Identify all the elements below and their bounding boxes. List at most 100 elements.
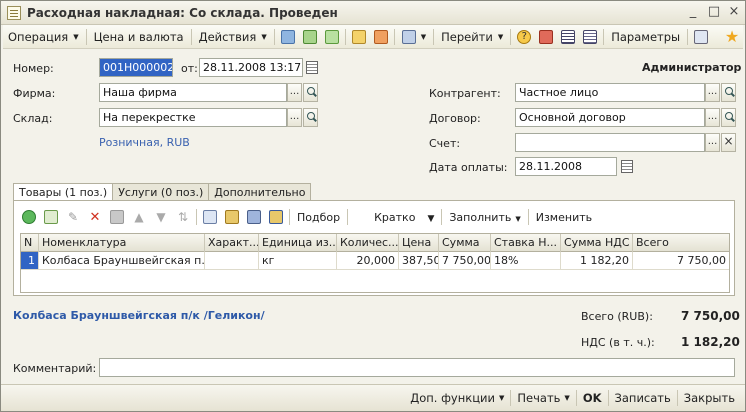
print-menu[interactable]: Печать ▼ [511, 388, 575, 408]
operation-menu[interactable]: Операция ▼ [3, 27, 84, 47]
copy-row-button[interactable] [40, 208, 62, 226]
dropdown-arrow-icon: ▼ [497, 32, 504, 41]
price-type-link[interactable]: Розничная, RUB [99, 136, 190, 149]
column-header-unit[interactable]: Единица из... [259, 234, 337, 252]
cell-characteristic[interactable] [205, 252, 259, 270]
cell-n[interactable]: 1 [21, 252, 39, 270]
refresh-button[interactable] [299, 27, 321, 47]
date-field[interactable]: 28.11.2008 13:17:05 [199, 58, 303, 77]
table-row[interactable]: 1 Колбаса Брауншвейгская п... кг 20,000 … [21, 252, 729, 271]
movements-button[interactable] [557, 27, 579, 47]
favorite-button[interactable]: ★ [721, 27, 743, 47]
print-preview-button[interactable] [690, 27, 712, 47]
contract-open-search-icon[interactable] [721, 108, 736, 127]
column-header-vat-sum[interactable]: Сумма НДС [561, 234, 633, 252]
column-header-quantity[interactable]: Количес... [337, 234, 399, 252]
contract-select-button[interactable]: ... [705, 108, 720, 127]
edit-document-button[interactable] [277, 27, 299, 47]
warehouse-field[interactable]: На перекрестке [99, 108, 287, 127]
sort-icon: ⇅ [177, 210, 189, 224]
close-button[interactable]: Закрыть [678, 388, 741, 408]
document-icon [7, 6, 21, 20]
ok-button[interactable]: OK [577, 388, 608, 408]
toolbar-separator [344, 28, 346, 45]
tab-services[interactable]: Услуги (0 поз.) [112, 183, 210, 201]
invoice-clear-button[interactable]: × [721, 133, 736, 152]
save-button[interactable]: Записать [609, 388, 677, 408]
goto-menu[interactable]: Перейти ▼ [436, 27, 508, 47]
add-row-button[interactable] [18, 208, 40, 226]
selected-item-link[interactable]: Колбаса Брауншвейгская п/к /Геликон/ [13, 309, 265, 322]
column-header-sum[interactable]: Сумма [439, 234, 491, 252]
invoice-field[interactable] [515, 133, 705, 152]
extra-functions-menu[interactable]: Доп. функции ▼ [404, 388, 510, 408]
contract-field[interactable]: Основной договор [515, 108, 705, 127]
counterparty-field[interactable]: Частное лицо [515, 83, 705, 102]
cell-item[interactable]: Колбаса Брауншвейгская п... [39, 252, 205, 270]
sort-button[interactable]: ⇅ [172, 208, 194, 226]
toolbar-separator [433, 28, 435, 45]
arrow-down-icon: ▼ [156, 210, 166, 224]
based-on-menu[interactable]: ▼ [397, 27, 431, 47]
firm-field[interactable]: Наша фирма [99, 83, 287, 102]
comment-field[interactable] [99, 358, 735, 377]
unpost-icon [373, 29, 388, 44]
cell-price[interactable]: 387,50 [399, 252, 439, 270]
invoice-select-button[interactable]: ... [705, 133, 720, 152]
copy-button[interactable] [199, 208, 221, 226]
minimize-button[interactable]: _ [685, 5, 701, 21]
brief-mode-button[interactable]: Кратко ▼ [350, 211, 439, 224]
unpost-document-button[interactable] [370, 27, 392, 47]
firm-select-button[interactable]: ... [287, 83, 302, 102]
cell-vat-sum[interactable]: 1 182,20 [561, 252, 633, 270]
tab-additional[interactable]: Дополнительно [208, 183, 312, 201]
cell-sum[interactable]: 7 750,00 [439, 252, 491, 270]
arrow-up-icon: ▲ [134, 210, 144, 224]
copy-document-button[interactable] [321, 27, 343, 47]
cell-quantity[interactable]: 20,000 [337, 252, 399, 270]
pay-date-calendar-icon[interactable] [619, 157, 635, 176]
cell-total[interactable]: 7 750,00 [633, 252, 729, 270]
column-header-item[interactable]: Номенклатура [39, 234, 205, 252]
price-currency-button[interactable]: Цена и валюта [89, 27, 189, 47]
fill-menu[interactable]: Заполнить ▼ [444, 211, 525, 224]
post-document-button[interactable] [348, 27, 370, 47]
warehouse-open-search-icon[interactable] [303, 108, 318, 127]
column-header-n[interactable]: N [21, 234, 39, 252]
close-window-button[interactable]: × [726, 5, 742, 21]
edit-row-button[interactable]: ✎ [62, 208, 84, 226]
actions-menu[interactable]: Действия ▼ [194, 27, 272, 47]
counterparty-select-button[interactable]: ... [705, 83, 720, 102]
pay-date-field[interactable]: 28.11.2008 [515, 157, 617, 176]
calendar-icon[interactable] [304, 58, 320, 77]
maximize-button[interactable]: □ [706, 5, 722, 21]
column-header-price[interactable]: Цена [399, 234, 439, 252]
toolbar-separator [603, 28, 605, 45]
save-row-icon [110, 210, 124, 224]
add-icon [22, 210, 36, 224]
parameters-button[interactable]: Параметры [606, 27, 685, 47]
cell-unit[interactable]: кг [259, 252, 337, 270]
structure-button[interactable] [535, 27, 557, 47]
report-button[interactable] [579, 27, 601, 47]
column-header-characteristic[interactable]: Характ... [205, 234, 259, 252]
selection-button[interactable]: Подбор [292, 211, 345, 224]
paste-button[interactable] [221, 208, 243, 226]
operation-label: Операция [8, 29, 69, 44]
firm-open-search-icon[interactable] [303, 83, 318, 102]
move-down-button[interactable]: ▼ [150, 208, 172, 226]
end-edit-button[interactable] [106, 208, 128, 226]
warehouse-select-button[interactable]: ... [287, 108, 302, 127]
paste-multiple-button[interactable] [265, 208, 287, 226]
counterparty-open-search-icon[interactable] [721, 83, 736, 102]
column-header-total[interactable]: Всего [633, 234, 729, 252]
delete-row-button[interactable]: ✕ [84, 208, 106, 226]
copy-multiple-button[interactable] [243, 208, 265, 226]
change-button[interactable]: Изменить [531, 211, 597, 224]
number-field[interactable]: 001Н0000026 [99, 58, 173, 77]
help-button[interactable]: ? [513, 27, 535, 47]
move-up-button[interactable]: ▲ [128, 208, 150, 226]
actions-label: Действия [198, 29, 257, 44]
column-header-vat-rate[interactable]: Ставка Н... [491, 234, 561, 252]
cell-vat-rate[interactable]: 18% [491, 252, 561, 270]
